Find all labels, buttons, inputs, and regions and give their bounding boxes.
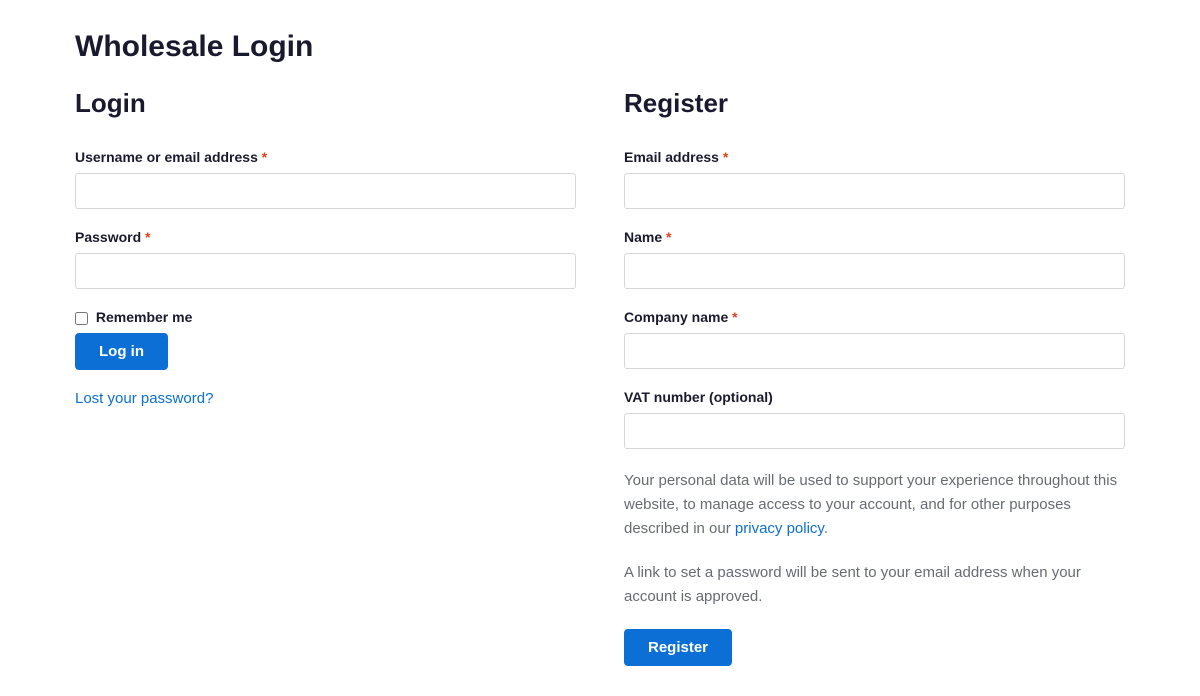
register-button[interactable]: Register — [624, 629, 732, 666]
name-row: Name * — [624, 229, 1125, 289]
page-title: Wholesale Login — [75, 30, 1125, 64]
login-column: Login Username or email address * Passwo… — [75, 88, 576, 666]
privacy-policy-link[interactable]: privacy policy — [735, 520, 824, 537]
password-input[interactable] — [75, 253, 576, 289]
name-input[interactable] — [624, 253, 1125, 289]
remember-label-wrap[interactable]: Remember me — [75, 309, 192, 325]
email-label: Email address * — [624, 149, 1125, 165]
username-row: Username or email address * — [75, 149, 576, 209]
company-input[interactable] — [624, 333, 1125, 369]
required-marker: * — [723, 149, 728, 165]
privacy-notice: Your personal data will be used to suppo… — [624, 469, 1125, 541]
vat-row: VAT number (optional) — [624, 389, 1125, 449]
required-marker: * — [732, 309, 737, 325]
privacy-text-before: Your personal data will be used to suppo… — [624, 472, 1117, 537]
form-columns: Login Username or email address * Passwo… — [75, 88, 1125, 666]
email-input[interactable] — [624, 173, 1125, 209]
remember-checkbox[interactable] — [75, 312, 88, 325]
required-marker: * — [145, 229, 150, 245]
name-label-text: Name — [624, 229, 666, 245]
password-row: Password * — [75, 229, 576, 289]
register-heading: Register — [624, 88, 1125, 119]
lost-password-link[interactable]: Lost your password? — [75, 390, 213, 407]
login-heading: Login — [75, 88, 576, 119]
remember-label-text: Remember me — [96, 309, 193, 325]
remember-row: Remember me — [75, 309, 576, 325]
vat-input[interactable] — [624, 413, 1125, 449]
username-label-text: Username or email address — [75, 149, 262, 165]
company-row: Company name * — [624, 309, 1125, 369]
required-marker: * — [262, 149, 267, 165]
username-input[interactable] — [75, 173, 576, 209]
password-notice: A link to set a password will be sent to… — [624, 561, 1125, 609]
vat-label: VAT number (optional) — [624, 389, 1125, 405]
register-button-wrap: Register — [624, 629, 1125, 666]
company-label-text: Company name — [624, 309, 732, 325]
username-label: Username or email address * — [75, 149, 576, 165]
login-button[interactable]: Log in — [75, 333, 168, 370]
email-label-text: Email address — [624, 149, 723, 165]
company-label: Company name * — [624, 309, 1125, 325]
name-label: Name * — [624, 229, 1125, 245]
privacy-text-after: . — [824, 520, 828, 537]
register-column: Register Email address * Name * Company … — [624, 88, 1125, 666]
password-label-text: Password — [75, 229, 145, 245]
password-label: Password * — [75, 229, 576, 245]
required-marker: * — [666, 229, 671, 245]
email-row: Email address * — [624, 149, 1125, 209]
